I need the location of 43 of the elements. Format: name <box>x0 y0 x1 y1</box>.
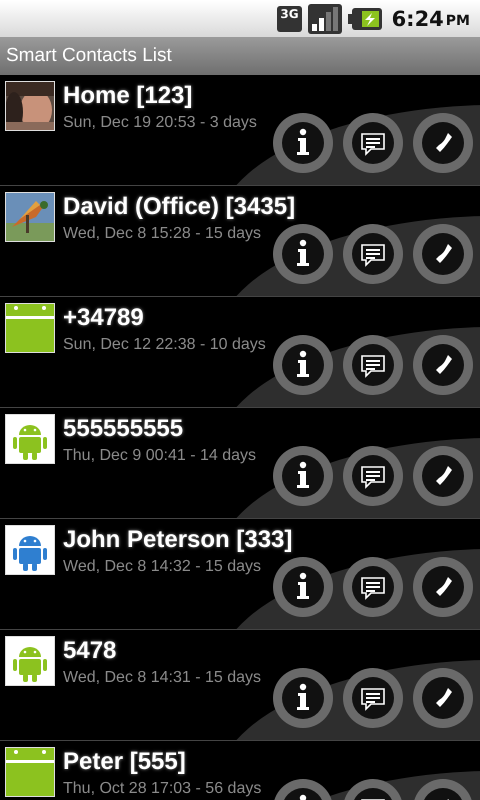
message-button[interactable] <box>343 668 403 728</box>
contact-name: Peter [555] <box>63 748 187 776</box>
app-title: Smart Contacts List <box>6 45 172 67</box>
clock: 6:24 <box>392 6 444 30</box>
info-button[interactable] <box>273 557 333 617</box>
call-button[interactable] <box>413 224 473 284</box>
call-button[interactable] <box>413 668 473 728</box>
contact-name: 5478 <box>63 637 118 665</box>
info-button[interactable] <box>273 446 333 506</box>
battery-icon <box>348 6 382 30</box>
message-button[interactable] <box>343 557 403 617</box>
info-button[interactable] <box>273 335 333 395</box>
call-button[interactable] <box>413 446 473 506</box>
last-call-time: Sun, Dec 19 20:53 - 3 days <box>63 114 257 132</box>
contact-name: John Peterson [333] <box>63 526 292 554</box>
info-button[interactable] <box>273 224 333 284</box>
last-call-time: Sun, Dec 12 22:38 - 10 days <box>63 336 266 354</box>
contact-name: 555555555 <box>63 415 184 443</box>
contact-name: +34789 <box>63 304 145 332</box>
network-type-badge: 3G <box>277 6 302 32</box>
last-call-time: Wed, Dec 8 15:28 - 15 days <box>63 225 262 243</box>
android-robot-icon <box>5 525 55 575</box>
android-robot-icon <box>5 636 55 686</box>
info-button[interactable] <box>273 668 333 728</box>
call-button[interactable] <box>413 557 473 617</box>
android-robot-icon <box>5 747 55 797</box>
message-button[interactable] <box>343 224 403 284</box>
last-call-time: Wed, Dec 8 14:31 - 15 days <box>63 669 262 687</box>
call-button[interactable] <box>413 335 473 395</box>
signal-icon <box>308 4 342 34</box>
message-button[interactable] <box>343 113 403 173</box>
android-robot-icon <box>5 303 55 353</box>
last-call-time: Thu, Oct 28 17:03 - 56 days <box>63 780 262 798</box>
clock-period: PM <box>446 12 470 28</box>
message-button[interactable] <box>343 335 403 395</box>
last-call-time: Wed, Dec 8 14:32 - 15 days <box>63 558 262 576</box>
message-button[interactable] <box>343 446 403 506</box>
contact-name: Home [123] <box>63 82 194 110</box>
android-robot-icon <box>5 414 55 464</box>
call-button[interactable] <box>413 113 473 173</box>
contact-name: David (Office) [3435] <box>63 193 296 221</box>
last-call-time: Thu, Dec 9 00:41 - 14 days <box>63 447 256 465</box>
info-button[interactable] <box>273 113 333 173</box>
